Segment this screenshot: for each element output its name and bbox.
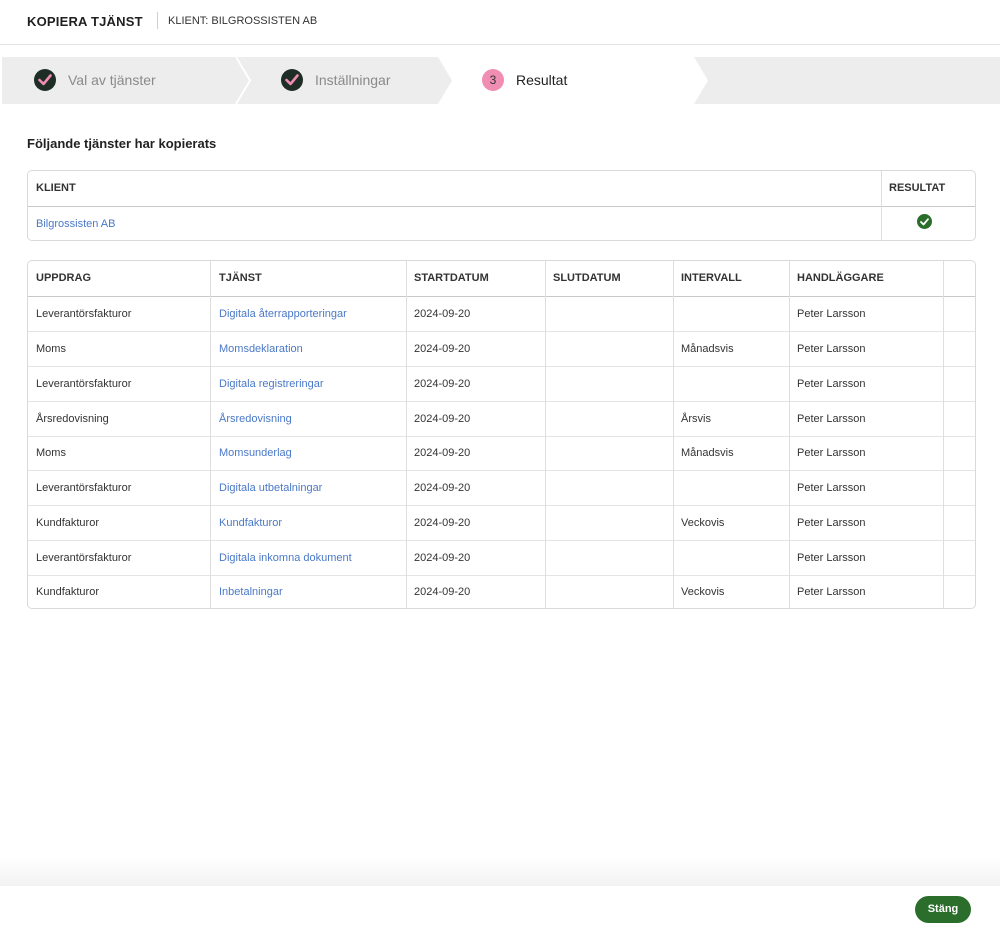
cell-handlaggare: Peter Larsson — [797, 343, 866, 355]
service-link[interactable]: Momsunderlag — [219, 447, 292, 459]
dialog-footer: Stäng — [0, 886, 1000, 932]
footer-shadow — [0, 856, 1000, 886]
table-row: Leverantörsfakturor Digitala utbetalning… — [28, 471, 975, 506]
cell-startdatum: 2024-09-20 — [414, 586, 471, 598]
cell-uppdrag: Årsredovisning — [36, 413, 109, 425]
service-link[interactable]: Momsdeklaration — [219, 343, 303, 355]
column-divider — [545, 261, 546, 608]
column-header-startdatum: STARTDATUM — [414, 272, 489, 284]
cell-intervall: Månadsvis — [681, 343, 734, 355]
step-done-check-icon — [281, 69, 303, 91]
header-divider — [157, 12, 158, 29]
cell-uppdrag: Leverantörsfakturor — [36, 308, 132, 320]
cell-startdatum: 2024-09-20 — [414, 378, 471, 390]
dialog-title: KOPIERA TJÄNST — [27, 14, 143, 29]
column-divider — [881, 171, 882, 240]
cell-startdatum: 2024-09-20 — [414, 343, 471, 355]
close-button[interactable]: Stäng — [915, 896, 971, 923]
wizard-stepper: Val av tjänster Inställningar 3 Resultat — [2, 57, 1000, 104]
cell-startdatum: 2024-09-20 — [414, 517, 471, 529]
cell-startdatum: 2024-09-20 — [414, 447, 471, 459]
column-divider — [210, 261, 211, 608]
section-title: Följande tjänster har kopierats — [27, 136, 217, 151]
table-row: Leverantörsfakturor Digitala inkomna dok… — [28, 541, 975, 576]
column-header-handlaggare: HANDLÄGGARE — [797, 272, 884, 284]
table-row: Kundfakturor Kundfakturor 2024-09-20 Vec… — [28, 506, 975, 541]
cell-intervall: Veckovis — [681, 517, 725, 529]
cell-handlaggare: Peter Larsson — [797, 378, 866, 390]
table-row: Leverantörsfakturor Digitala registrerin… — [28, 367, 975, 402]
cell-handlaggare: Peter Larsson — [797, 482, 866, 494]
cell-intervall: Årsvis — [681, 413, 711, 425]
cell-startdatum: 2024-09-20 — [414, 413, 471, 425]
service-link[interactable]: Digitala inkomna dokument — [219, 552, 352, 564]
dialog-header: KOPIERA TJÄNST KLIENT: BILGROSSISTEN AB — [0, 0, 1000, 45]
cell-intervall: Månadsvis — [681, 447, 734, 459]
step-val-av-tjanster[interactable]: Val av tjänster — [2, 57, 232, 104]
cell-uppdrag: Moms — [36, 343, 66, 355]
column-header-tjanst: TJÄNST — [219, 272, 262, 284]
cell-uppdrag: Kundfakturor — [36, 586, 99, 598]
step-label: Val av tjänster — [68, 72, 156, 88]
table-row: Kundfakturor Inbetalningar 2024-09-20 Ve… — [28, 575, 975, 608]
copied-services-table: UPPDRAG TJÄNST STARTDATUM SLUTDATUM INTE… — [27, 260, 976, 609]
cell-handlaggare: Peter Larsson — [797, 413, 866, 425]
column-header-resultat: RESULTAT — [889, 182, 946, 194]
cell-uppdrag: Leverantörsfakturor — [36, 482, 132, 494]
column-header-slutdatum: SLUTDATUM — [553, 272, 621, 284]
table-row: Moms Momsunderlag 2024-09-20 Månadsvis P… — [28, 436, 975, 471]
step-label: Inställningar — [315, 72, 391, 88]
cell-handlaggare: Peter Larsson — [797, 517, 866, 529]
column-header-klient: KLIENT — [36, 182, 76, 194]
cell-handlaggare: Peter Larsson — [797, 586, 866, 598]
cell-handlaggare: Peter Larsson — [797, 308, 866, 320]
column-header-uppdrag: UPPDRAG — [36, 272, 92, 284]
cell-uppdrag: Moms — [36, 447, 66, 459]
service-link[interactable]: Digitala registreringar — [219, 378, 324, 390]
header-client-label: KLIENT: BILGROSSISTEN AB — [168, 15, 318, 27]
service-link[interactable]: Digitala utbetalningar — [219, 482, 322, 494]
cell-uppdrag: Kundfakturor — [36, 517, 99, 529]
check-circle-icon — [917, 214, 932, 229]
table-row: Moms Momsdeklaration 2024-09-20 Månadsvi… — [28, 332, 975, 367]
step-done-check-icon — [34, 69, 56, 91]
service-link[interactable]: Digitala återrapporteringar — [219, 308, 347, 320]
table-row: Årsredovisning Årsredovisning 2024-09-20… — [28, 402, 975, 437]
cell-startdatum: 2024-09-20 — [414, 552, 471, 564]
cell-handlaggare: Peter Larsson — [797, 552, 866, 564]
column-divider — [943, 261, 944, 608]
client-result-table: KLIENT RESULTAT Bilgrossisten AB — [27, 170, 976, 241]
service-link[interactable]: Årsredovisning — [219, 413, 292, 425]
cell-handlaggare: Peter Larsson — [797, 447, 866, 459]
column-divider — [789, 261, 790, 608]
step-number-badge: 3 — [482, 69, 504, 91]
step-resultat[interactable]: 3 Resultat — [442, 57, 708, 104]
step-label: Resultat — [516, 72, 568, 88]
table-header: KLIENT RESULTAT — [28, 171, 975, 207]
service-link[interactable]: Inbetalningar — [219, 586, 283, 598]
cell-startdatum: 2024-09-20 — [414, 308, 471, 320]
cell-uppdrag: Leverantörsfakturor — [36, 378, 132, 390]
client-link[interactable]: Bilgrossisten AB — [36, 218, 115, 230]
column-header-intervall: INTERVALL — [681, 272, 742, 284]
column-divider — [673, 261, 674, 608]
table-header: UPPDRAG TJÄNST STARTDATUM SLUTDATUM INTE… — [28, 261, 975, 297]
cell-uppdrag: Leverantörsfakturor — [36, 552, 132, 564]
step-installningar[interactable]: Inställningar — [242, 57, 438, 104]
service-link[interactable]: Kundfakturor — [219, 517, 282, 529]
table-row: Leverantörsfakturor Digitala återrapport… — [28, 297, 975, 332]
cell-startdatum: 2024-09-20 — [414, 482, 471, 494]
cell-intervall: Veckovis — [681, 586, 725, 598]
column-divider — [406, 261, 407, 608]
